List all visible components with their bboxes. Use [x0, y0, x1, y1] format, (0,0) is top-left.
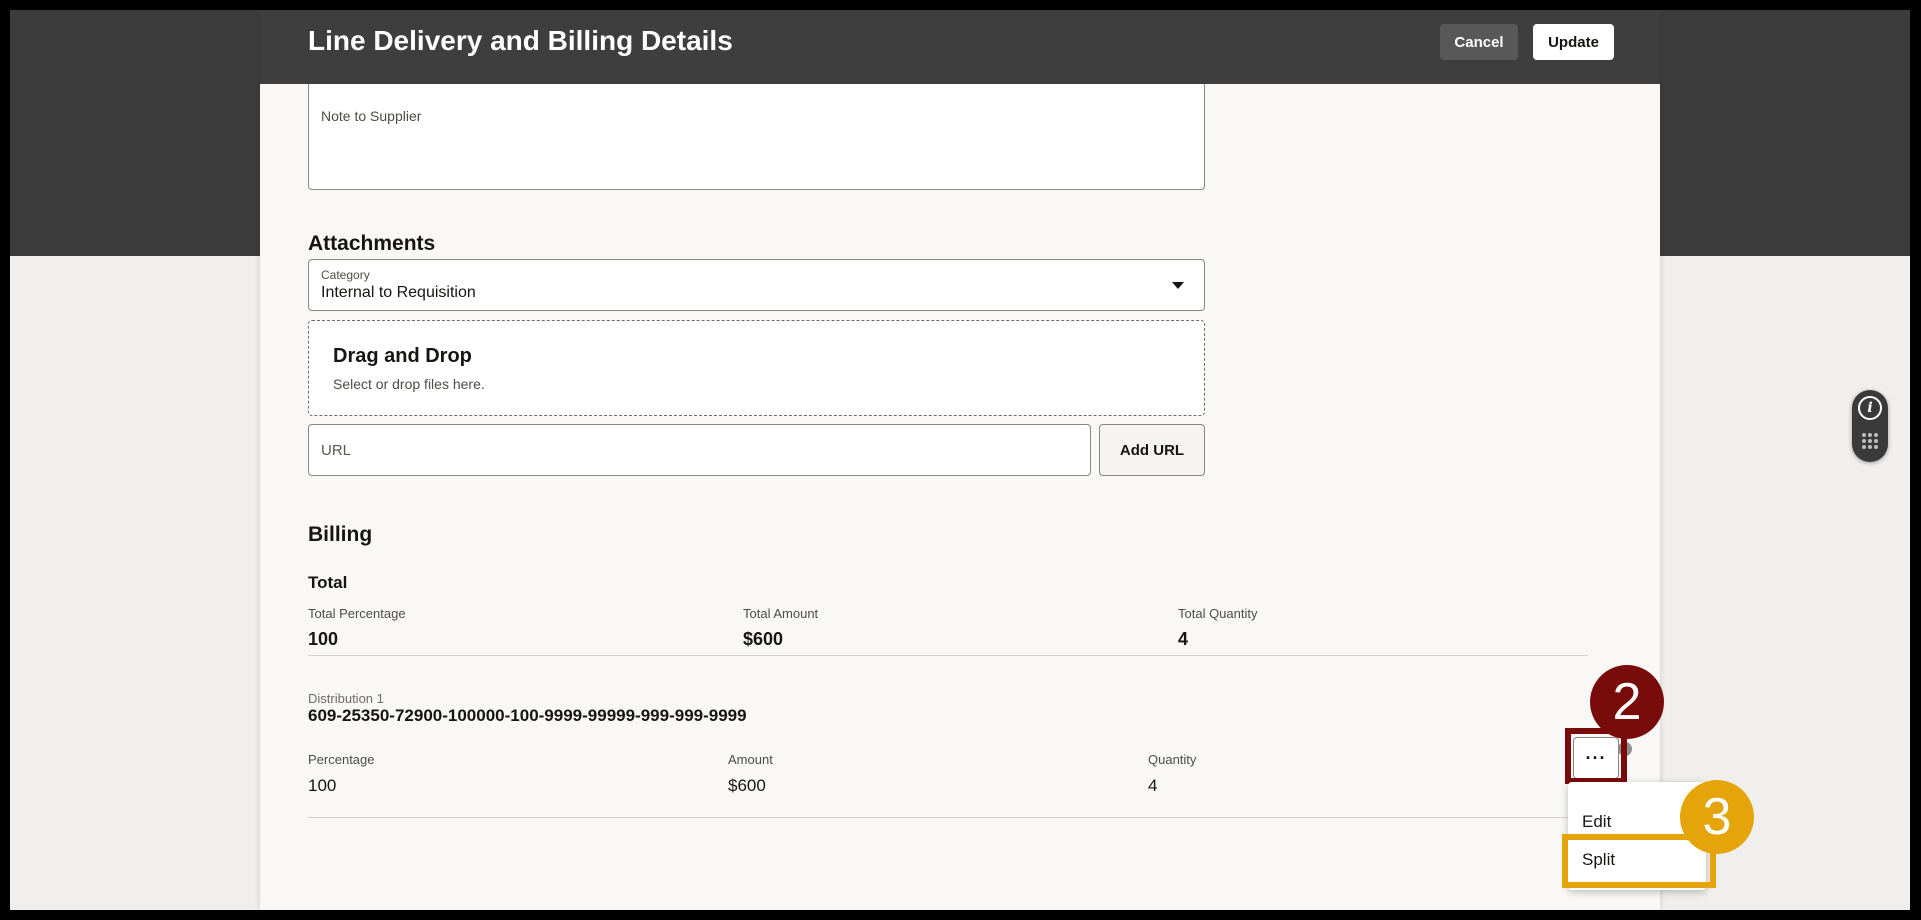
divider: [308, 817, 1588, 818]
total-heading: Total: [308, 573, 348, 592]
update-button[interactable]: Update: [1533, 24, 1614, 60]
grip-dots-icon[interactable]: [1861, 432, 1879, 450]
total-amount-value: $600: [743, 629, 784, 649]
line-details-panel: Line Delivery and Billing Details Cancel…: [260, 10, 1660, 910]
screen: Line Delivery and Billing Details Cancel…: [10, 10, 1910, 910]
info-icon[interactable]: i: [1858, 396, 1882, 420]
total-amount-label: Total Amount: [743, 606, 819, 621]
url-input[interactable]: [308, 424, 1091, 476]
distribution-percentage-value: 100: [308, 776, 337, 795]
billing-heading: Billing: [308, 523, 373, 546]
category-label: Category: [321, 268, 370, 282]
total-percentage-label: Total Percentage: [308, 606, 406, 621]
page-title: Line Delivery and Billing Details: [308, 25, 733, 56]
total-quantity-value: 4: [1178, 629, 1189, 649]
distribution-amount-value: $600: [728, 776, 766, 795]
assistant-widget[interactable]: i: [1852, 390, 1888, 462]
distribution-quantity-label: Quantity: [1148, 752, 1197, 767]
distribution-percentage-label: Percentage: [308, 752, 375, 767]
step-3-badge: 3: [1680, 780, 1754, 854]
note-to-supplier-field[interactable]: Note to Supplier: [308, 84, 1205, 190]
step-2-badge: 2: [1590, 665, 1664, 739]
note-to-supplier-label: Note to Supplier: [321, 108, 422, 124]
drop-zone-title: Drag and Drop: [333, 345, 472, 367]
distribution-label: Distribution 1: [308, 691, 384, 706]
file-drop-zone[interactable]: Drag and Drop Select or drop files here.: [308, 320, 1205, 416]
attachments-heading: Attachments: [308, 232, 436, 255]
drop-zone-subtitle: Select or drop files here.: [333, 376, 485, 392]
divider: [308, 655, 1588, 656]
category-select[interactable]: Category Internal to Requisition: [308, 259, 1205, 311]
cancel-button[interactable]: Cancel: [1440, 24, 1518, 60]
distribution-account: 609-25350-72900-100000-100-9999-99999-99…: [308, 706, 747, 725]
total-percentage-value: 100: [308, 629, 339, 649]
distribution-quantity-value: 4: [1148, 776, 1158, 795]
chevron-down-icon[interactable]: [1172, 282, 1184, 289]
panel-header: Line Delivery and Billing Details Cancel…: [260, 10, 1660, 84]
distribution-amount-label: Amount: [728, 752, 773, 767]
category-value: Internal to Requisition: [321, 284, 476, 301]
total-quantity-label: Total Quantity: [1178, 606, 1258, 621]
add-url-button[interactable]: Add URL: [1099, 424, 1205, 476]
